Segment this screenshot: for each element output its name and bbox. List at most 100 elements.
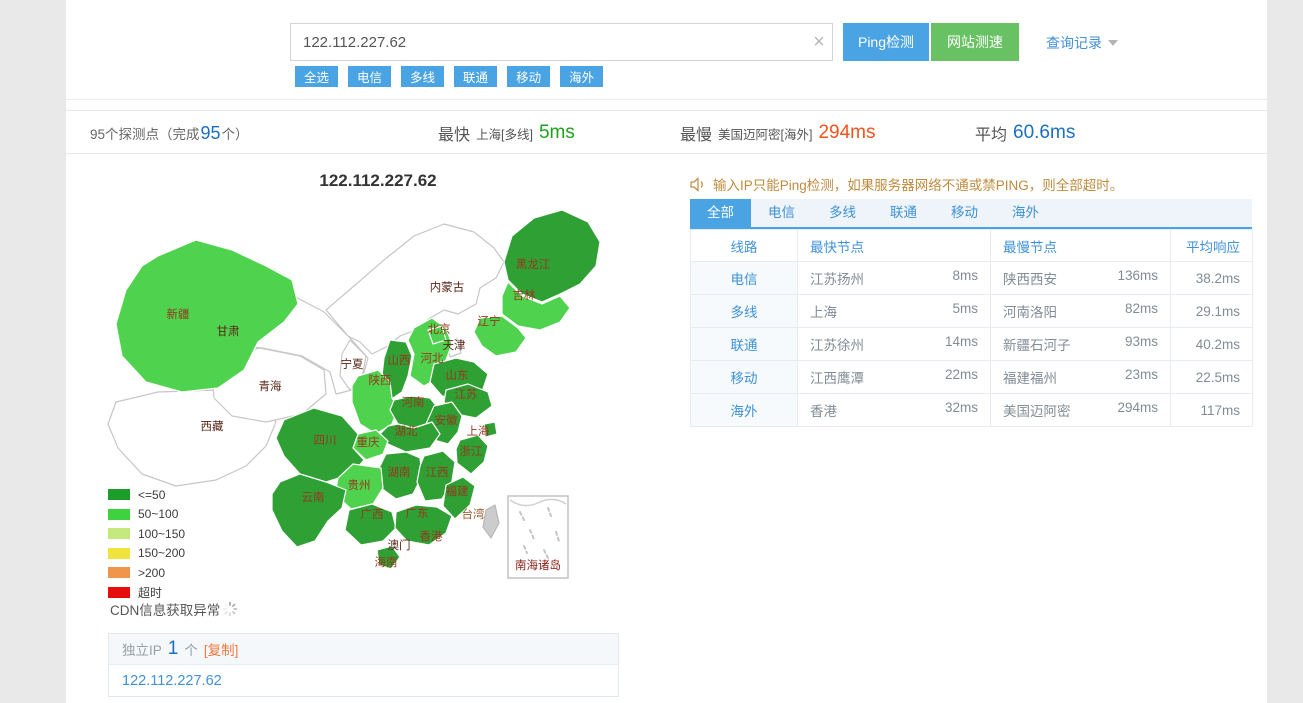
chevron-down-icon [1108, 40, 1118, 46]
average-value: 60.6ms [1013, 122, 1075, 144]
clear-input-icon[interactable]: × [806, 24, 832, 60]
tab-电信[interactable]: 电信 [751, 199, 812, 227]
node-latency: 93ms [1125, 334, 1158, 354]
province-label-辽宁: 辽宁 [478, 314, 501, 328]
fastest-node-cell: 江苏徐州14ms [798, 328, 991, 361]
node-latency: 5ms [952, 301, 978, 321]
unique-ip-panel: 独立IP 1 个 [复制] 122.112.227.62 [108, 633, 619, 697]
legend-label: 50~100 [138, 507, 178, 521]
fastest-node-cell: 香港32ms [798, 394, 991, 427]
tab-全部[interactable]: 全部 [690, 199, 751, 227]
fastest-node-cell: 上海 5ms [798, 295, 991, 328]
average-stat: 平均 60.6ms [975, 111, 1075, 155]
search-input[interactable] [291, 34, 806, 51]
province-label-湖北: 湖北 [395, 424, 418, 438]
node-name: 福建福州 [1003, 367, 1057, 387]
filter-button-多线[interactable]: 多线 [401, 66, 444, 87]
slowest-node: 美国迈阿密[海外] [718, 124, 812, 143]
province-label-山东: 山东 [446, 369, 469, 382]
filter-button-海外[interactable]: 海外 [560, 66, 603, 87]
copy-ip-link[interactable]: [复制] [204, 639, 239, 659]
province-label-天津: 天津 [443, 339, 466, 352]
average-cell: 22.5ms [1171, 361, 1253, 394]
province-label-甘肃: 甘肃 [217, 325, 240, 338]
province-label-陕西: 陕西 [369, 373, 392, 387]
filter-button-电信[interactable]: 电信 [348, 66, 391, 87]
notice-text: 输入IP只能Ping检测，如果服务器网络不通或禁PING，则全部超时。 [713, 174, 1123, 194]
province-云南[interactable] [272, 474, 346, 547]
site-speed-button[interactable]: 网站测速 [931, 23, 1019, 61]
province-label-浙江: 浙江 [460, 445, 483, 458]
result-tabs: 全部电信多线联通移动海外 [690, 199, 1252, 229]
column-header: 线路 [691, 230, 798, 262]
province-台湾[interactable] [483, 505, 499, 538]
province-label-新疆: 新疆 [167, 307, 190, 321]
legend-item: >200 [108, 563, 185, 583]
legend-swatch [108, 587, 130, 598]
filter-button-联通[interactable]: 联通 [454, 66, 497, 87]
filter-button-移动[interactable]: 移动 [507, 66, 550, 87]
tab-联通[interactable]: 联通 [873, 199, 934, 227]
node-latency: 22ms [945, 367, 978, 387]
results-panel: 输入IP只能Ping检测，如果服务器网络不通或禁PING，则全部超时。 全部电信… [690, 174, 1252, 427]
province-label-青海: 青海 [259, 379, 282, 393]
node-name: 江苏扬州 [810, 268, 864, 288]
fastest-node-cell: 江苏扬州8ms [798, 262, 991, 295]
ping-test-button[interactable]: Ping检测 [843, 23, 929, 61]
result-row: 电信江苏扬州8ms 陕西西安 136ms 38.2ms [691, 262, 1253, 295]
result-row: 移动江西鹰潭22ms福建福州23ms22.5ms [691, 361, 1253, 394]
province-label-黑龙江: 黑龙江 [516, 258, 551, 271]
tab-海外[interactable]: 海外 [995, 199, 1056, 227]
province-黑龙江[interactable] [504, 210, 600, 302]
loading-spinner-icon [222, 601, 238, 617]
node-name: 江西鹰潭 [810, 367, 864, 387]
line-cell: 移动 [691, 361, 798, 394]
province-label-海南: 海南 [375, 555, 398, 569]
province-label-西藏: 西藏 [201, 420, 224, 433]
column-header: 最慢节点 [991, 230, 1171, 262]
result-table: 线路最快节点最慢节点平均响应电信江苏扬州8ms陕西西安136ms38.2ms多线… [690, 229, 1253, 427]
node-latency: 136ms [1117, 268, 1158, 288]
node-name: 上海 [810, 301, 837, 321]
province-label-宁夏: 宁夏 [341, 357, 364, 371]
result-row: 多线上海5ms河南洛阳82ms29.1ms [691, 295, 1253, 328]
search-input-wrapper: × [290, 23, 833, 61]
node-latency: 294ms [1117, 400, 1158, 420]
province-label-云南: 云南 [302, 490, 325, 504]
province-label-重庆: 重庆 [357, 435, 380, 449]
filter-button-全选[interactable]: 全选 [295, 66, 338, 87]
content-area: × Ping检测 网站测速 查询记录 全选电信多线联通移动海外 95个探测点（完… [66, 0, 1267, 703]
province-label-北京: 北京 [428, 322, 451, 336]
line-cell: 电信 [691, 262, 798, 295]
column-header: 平均响应 [1171, 230, 1253, 262]
tab-多线[interactable]: 多线 [812, 199, 873, 227]
unique-ip-label: 独立IP [122, 639, 162, 659]
province-label-上海: 上海 [467, 424, 490, 438]
map-legend: <=5050~100100~150150~200>200超时 [108, 485, 185, 602]
average-cell: 38.2ms [1171, 262, 1253, 295]
node-latency: 32ms [945, 400, 978, 420]
ip-link[interactable]: 122.112.227.62 [122, 673, 222, 689]
probe-count-value: 95 [201, 123, 221, 143]
province-label-香港: 香港 [420, 530, 443, 543]
line-cell: 联通 [691, 328, 798, 361]
legend-label: >200 [138, 566, 165, 580]
province-label-河南: 河南 [402, 395, 425, 409]
legend-label: <=50 [138, 488, 165, 502]
line-filter-group: 全选电信多线联通移动海外 [295, 66, 603, 87]
legend-item: 100~150 [108, 524, 185, 544]
cdn-status-text: CDN信息获取异常 [110, 599, 220, 619]
node-name: 陕西西安 [1003, 268, 1057, 288]
node-latency: 82ms [1125, 301, 1158, 321]
legend-swatch [108, 548, 130, 559]
node-name: 河南洛阳 [1003, 301, 1057, 321]
slowest-node-cell: 美国迈阿密294ms [991, 394, 1171, 427]
result-row: 海外香港32ms美国迈阿密294ms117ms [691, 394, 1253, 427]
legend-item: 150~200 [108, 544, 185, 564]
legend-item: 50~100 [108, 505, 185, 525]
legend-swatch [108, 509, 130, 520]
query-history-link[interactable]: 查询记录 [1046, 33, 1118, 53]
tab-移动[interactable]: 移动 [934, 199, 995, 227]
slowest-node-cell: 新疆石河子93ms [991, 328, 1171, 361]
node-latency: 14ms [945, 334, 978, 354]
